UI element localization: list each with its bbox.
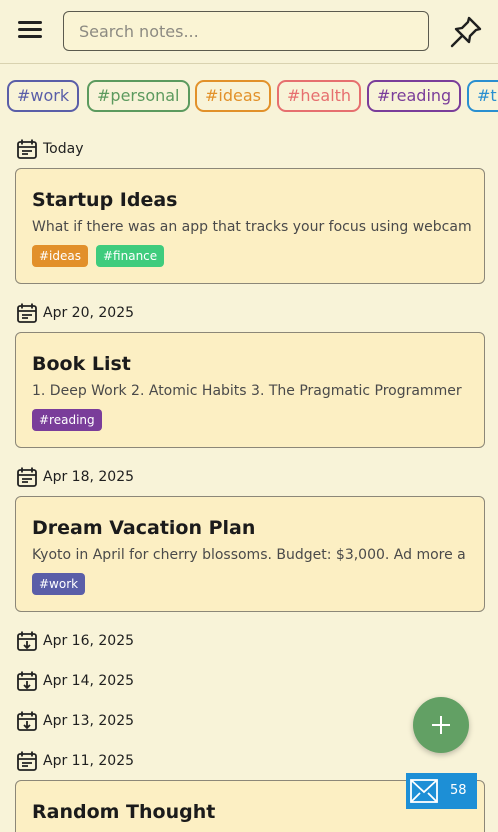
date-heading: Apr 11, 2025 (16, 749, 134, 773)
tag-filter-ideas[interactable]: #ideas (195, 80, 271, 112)
note-tag: #reading (32, 409, 102, 431)
date-heading: Today (16, 137, 84, 161)
calendar-download-icon (17, 671, 37, 691)
search-input[interactable] (63, 11, 429, 51)
note-title: Startup Ideas (32, 189, 178, 211)
calendar-icon (17, 751, 37, 771)
date-heading[interactable]: Apr 14, 2025 (16, 669, 134, 693)
calendar-icon (17, 303, 37, 323)
date-label: Today (43, 141, 84, 157)
app-header (0, 0, 498, 64)
note-tag: #work (32, 573, 86, 595)
date-label: Apr 20, 2025 (43, 305, 135, 321)
date-heading: Apr 20, 2025 (16, 301, 134, 325)
note-card[interactable]: Startup Ideas What if there was an app t… (15, 168, 485, 284)
tag-filter-reading[interactable]: #reading (367, 80, 462, 112)
note-preview: What if there was an app that tracks you… (32, 219, 472, 235)
note-preview: Kyoto in April for cherry blossoms. Budg… (32, 547, 466, 563)
date-heading[interactable]: Apr 13, 2025 (16, 709, 134, 733)
mail-badge[interactable]: 58 (406, 773, 477, 809)
add-note-button[interactable] (413, 697, 469, 753)
hamburger-menu-icon[interactable] (16, 17, 46, 47)
calendar-download-icon (17, 631, 37, 651)
note-tag: #finance (96, 245, 165, 267)
note-preview: 1. Deep Work 2. Atomic Habits 3. The Pra… (32, 383, 462, 399)
date-label: Apr 11, 2025 (43, 753, 135, 769)
calendar-icon (17, 467, 37, 487)
date-heading: Apr 18, 2025 (16, 465, 134, 489)
date-label: Apr 18, 2025 (43, 469, 135, 485)
tag-filter-personal[interactable]: #personal (87, 80, 190, 112)
tag-filter-bar: #work #personal #ideas #health #reading … (0, 64, 498, 130)
date-label: Apr 14, 2025 (43, 673, 135, 689)
tag-filter-health[interactable]: #health (277, 80, 362, 112)
pin-icon[interactable] (448, 14, 484, 50)
tag-filter-work[interactable]: #work (7, 80, 80, 112)
calendar-icon (17, 139, 37, 159)
note-title: Random Thought (32, 801, 216, 823)
note-title: Book List (32, 353, 131, 375)
date-label: Apr 16, 2025 (43, 633, 135, 649)
note-title: Dream Vacation Plan (32, 517, 256, 539)
note-card[interactable]: Book List 1. Deep Work 2. Atomic Habits … (15, 332, 485, 448)
note-card[interactable]: Dream Vacation Plan Kyoto in April for c… (15, 496, 485, 612)
date-heading[interactable]: Apr 16, 2025 (16, 629, 134, 653)
calendar-download-icon (17, 711, 37, 731)
mail-count: 58 (450, 783, 467, 798)
date-label: Apr 13, 2025 (43, 713, 135, 729)
mail-icon (410, 779, 438, 803)
note-tag: #ideas (32, 245, 88, 267)
tag-filter-partial[interactable]: #t (467, 80, 498, 112)
